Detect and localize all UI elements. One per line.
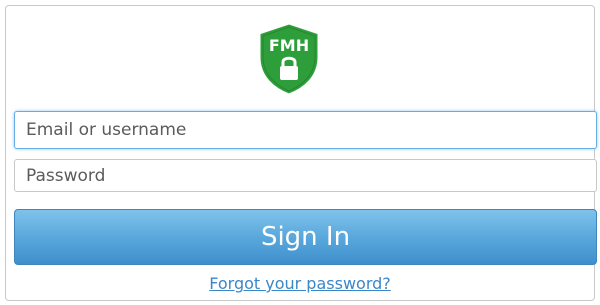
- shield-lock-icon: FMH: [257, 21, 321, 97]
- password-input[interactable]: [14, 159, 597, 192]
- logo-text: FMH: [269, 36, 309, 55]
- forgot-password-link[interactable]: Forgot your password?: [0, 274, 600, 293]
- email-input[interactable]: [14, 111, 597, 149]
- sign-in-button[interactable]: Sign In: [14, 209, 597, 265]
- fmh-shield-logo: FMH: [255, 21, 323, 97]
